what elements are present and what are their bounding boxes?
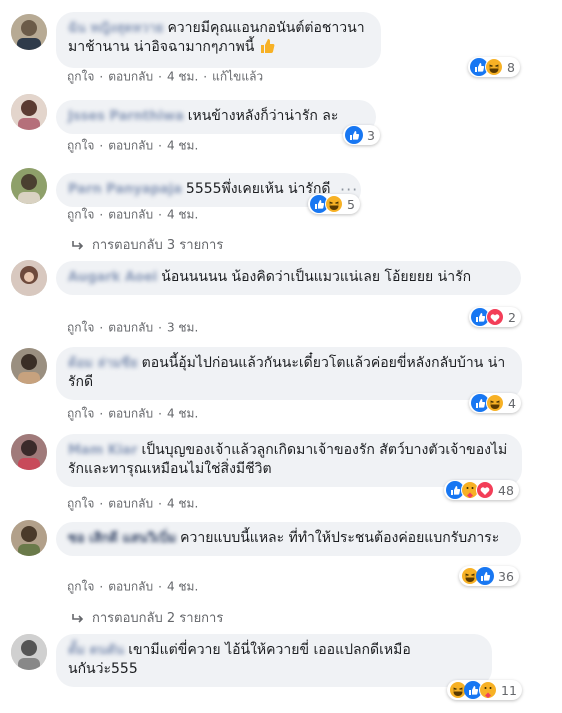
- comment-text: เหนข้างหลังก็ว่าน่ารัก ละ: [187, 108, 339, 124]
- timestamp[interactable]: 4 ชม.: [167, 580, 198, 594]
- comment-actions: ถูกใจ · ตอบกลับ · 4 ชม.: [67, 207, 199, 222]
- comment-actions: ถูกใจ · ตอบกลับ · 4 ชม.: [67, 138, 199, 153]
- reaction-count: 36: [498, 568, 514, 584]
- haha-reaction-icon: [325, 195, 343, 213]
- view-replies-link[interactable]: การตอบกลับ 3 รายการ: [72, 234, 223, 255]
- reply-link[interactable]: ตอบกลับ: [108, 321, 153, 335]
- like-link[interactable]: ถูกใจ: [67, 208, 94, 222]
- reply-link[interactable]: ตอบกลับ: [108, 70, 153, 84]
- avatar[interactable]: [11, 168, 47, 204]
- edited-label[interactable]: แก้ไขแล้ว: [212, 70, 263, 84]
- reaction-count: 11: [501, 682, 517, 698]
- commenter-name[interactable]: ตั้ม ตนตัน: [68, 641, 124, 660]
- replies-label: การตอบกลับ 2 รายการ: [92, 611, 224, 626]
- avatar[interactable]: [11, 14, 47, 50]
- reaction-summary[interactable]: 5: [308, 194, 360, 214]
- reaction-count: 4: [508, 395, 516, 411]
- comment-bubble: ต้อม ล่ามชีย ตอนนี้อุ้มไปก่อนแล้วกันนะเดี…: [56, 347, 522, 400]
- timestamp[interactable]: 4 ชม.: [167, 70, 198, 84]
- reaction-summary[interactable]: 36: [459, 566, 519, 586]
- like-link[interactable]: ถูกใจ: [67, 70, 94, 84]
- timestamp[interactable]: 4 ชม.: [167, 407, 198, 421]
- reply-arrow-icon: [72, 613, 84, 623]
- reaction-summary[interactable]: 2: [469, 307, 521, 327]
- view-replies-link[interactable]: การตอบกลับ 2 รายการ: [72, 607, 223, 628]
- replies-label: การตอบกลับ 3 รายการ: [92, 238, 224, 253]
- like-link[interactable]: ถูกใจ: [67, 580, 94, 594]
- avatar[interactable]: [11, 634, 47, 670]
- comment-text: ควายแบบนี้แหละ ที่ทำให้ประชนต้องค่อยแบกร…: [180, 530, 500, 546]
- reply-link[interactable]: ตอบกลับ: [108, 139, 153, 153]
- avatar[interactable]: [11, 348, 47, 384]
- reaction-summary[interactable]: 8: [468, 57, 520, 77]
- reply-link[interactable]: ตอบกลับ: [108, 407, 153, 421]
- haha-reaction-icon: [485, 58, 503, 76]
- reaction-count: 8: [507, 59, 515, 75]
- avatar[interactable]: [11, 520, 47, 556]
- reaction-summary[interactable]: 11: [447, 680, 522, 700]
- reaction-count: 5: [347, 196, 355, 212]
- comment-thread: ฉัน หญิงสุดหวาย ควายมีคุณแอนกอนันต์ต่อชาว…: [0, 0, 562, 713]
- reply-link[interactable]: ตอบกลับ: [108, 208, 153, 222]
- comment-text: 5555พึ่งเคยเห้น น่ารักดี: [185, 181, 331, 197]
- comment-bubble: ฉัน หญิงสุดหวาย ควายมีคุณแอนกอนันต์ต่อชาว…: [56, 12, 381, 68]
- reply-link[interactable]: ตอบกลับ: [108, 580, 153, 594]
- commenter-name[interactable]: ฉัน หญิงสุดหวาย: [68, 19, 163, 38]
- commenter-name[interactable]: ซอ เสิกดี แสนวิเบิ่ม: [68, 529, 176, 548]
- comment-actions: ถูกใจ · ตอบกลับ · 4 ชม. · แก้ไขแล้ว: [67, 69, 264, 84]
- comment-actions: ถูกใจ · ตอบกลับ · 3 ชม.: [67, 320, 199, 335]
- reply-link[interactable]: ตอบกลับ: [108, 497, 153, 511]
- like-link[interactable]: ถูกใจ: [67, 407, 94, 421]
- reply-arrow-icon: [72, 240, 84, 250]
- comment-bubble: ตั้ม ตนตัน เขามีแต่ขี่ควาย ไอ้นี่ให้ควายข…: [56, 634, 492, 687]
- reaction-summary[interactable]: 4: [469, 393, 521, 413]
- like-reaction-icon: [345, 126, 363, 144]
- avatar[interactable]: [11, 94, 47, 130]
- like-link[interactable]: ถูกใจ: [67, 321, 94, 335]
- comment-bubble: Jsses Parnthiwa เหนข้างหลังก็ว่าน่ารัก ละ: [56, 100, 376, 134]
- commenter-name[interactable]: Jsses Parnthiwa: [68, 107, 184, 126]
- commenter-name[interactable]: Mam Kiar: [68, 441, 138, 460]
- timestamp[interactable]: 4 ชม.: [167, 139, 198, 153]
- reaction-summary[interactable]: 48: [444, 480, 519, 500]
- commenter-name[interactable]: Parn Panyapaja: [68, 180, 182, 199]
- comment-bubble: ซอ เสิกดี แสนวิเบิ่ม ควายแบบนี้แหละ ที่ทำ…: [56, 522, 521, 556]
- reaction-count: 3: [367, 127, 375, 143]
- haha-reaction-icon: [486, 394, 504, 412]
- comment-text: น้อนนนนน น้องคิดว่าเป็นแมวแน่เลย โอ้ยยยย…: [161, 269, 472, 285]
- care-reaction-icon: [479, 681, 497, 699]
- comment-actions: ถูกใจ · ตอบกลับ · 4 ชม.: [67, 496, 199, 511]
- reaction-count: 2: [508, 309, 516, 325]
- avatar[interactable]: [11, 260, 47, 296]
- timestamp[interactable]: 4 ชม.: [167, 497, 198, 511]
- commenter-name[interactable]: Augark Aoei: [68, 268, 157, 287]
- like-link[interactable]: ถูกใจ: [67, 139, 94, 153]
- love-reaction-icon: [486, 308, 504, 326]
- like-reaction-icon: [476, 567, 494, 585]
- comment-actions: ถูกใจ · ตอบกลับ · 4 ชม.: [67, 406, 199, 421]
- love-reaction-icon: [476, 481, 494, 499]
- commenter-name[interactable]: ต้อม ล่ามชีย: [68, 354, 138, 373]
- avatar[interactable]: [11, 434, 47, 470]
- comment-actions: ถูกใจ · ตอบกลับ · 4 ชม.: [67, 579, 199, 594]
- timestamp[interactable]: 3 ชม.: [167, 321, 198, 335]
- comment-bubble: Augark Aoei น้อนนนนน น้องคิดว่าเป็นแมวแน่…: [56, 261, 521, 295]
- like-link[interactable]: ถูกใจ: [67, 497, 94, 511]
- reaction-count: 48: [498, 482, 514, 498]
- thumbs-up-emoji-icon: [259, 38, 275, 60]
- reaction-summary[interactable]: 3: [343, 125, 380, 145]
- timestamp[interactable]: 4 ชม.: [167, 208, 198, 222]
